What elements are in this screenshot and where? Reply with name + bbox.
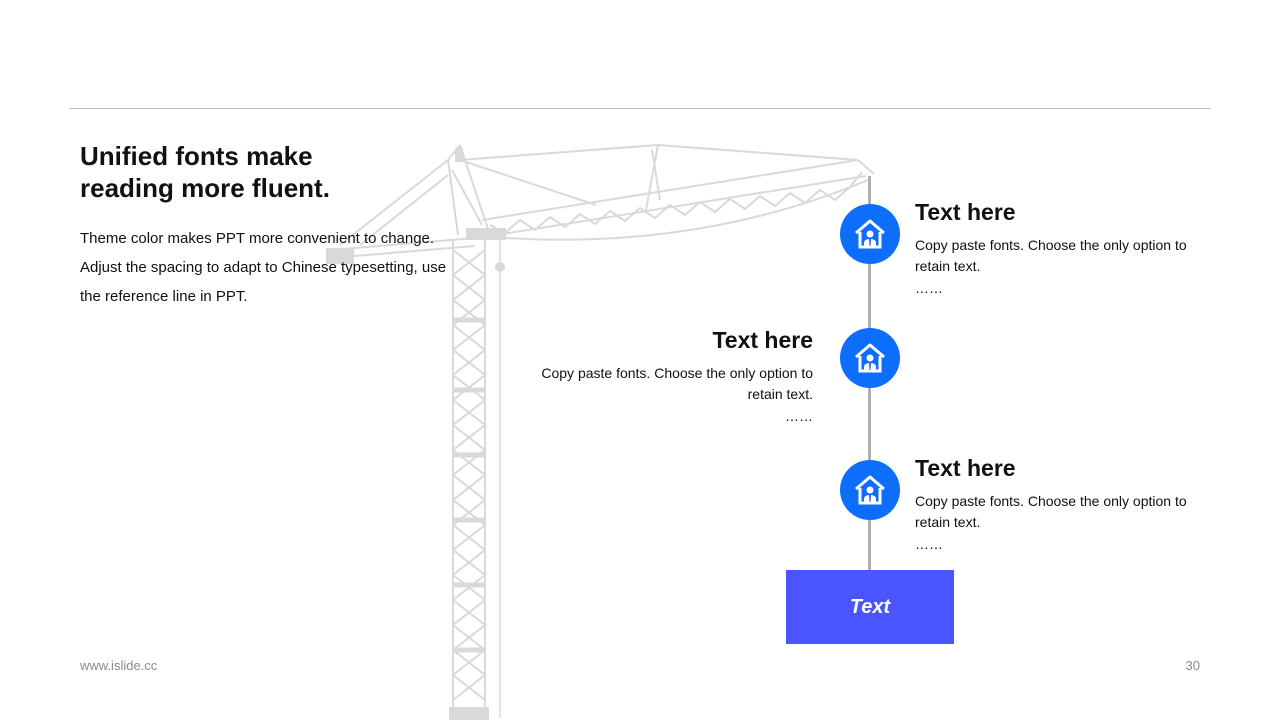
text-box-button: Text — [786, 570, 954, 644]
item-ellipsis: …… — [915, 536, 943, 552]
timeline-item-3: Text here Copy paste fonts. Choose the o… — [915, 454, 1205, 555]
timeline-node-3 — [840, 460, 900, 520]
body-line-1: Theme color makes PPT more convenient to… — [80, 230, 435, 247]
item-ellipsis: …… — [785, 408, 813, 424]
item-description: Copy paste fonts. Choose the only option… — [915, 237, 1187, 274]
house-person-icon — [855, 343, 885, 373]
house-person-icon — [855, 475, 885, 505]
item-title: Text here — [712, 327, 813, 353]
item-title: Text here — [915, 199, 1016, 225]
headline-line-2: reading more fluent. — [80, 173, 330, 203]
item-description: Copy paste fonts. Choose the only option… — [915, 493, 1187, 530]
body-line-3: the reference line in PPT. — [80, 288, 248, 305]
body-line-2: Adjust the spacing to adapt to Chinese t… — [80, 259, 447, 276]
slide: Unified fonts make reading more fluent. … — [0, 0, 1280, 720]
headline: Unified fonts make reading more fluent. — [80, 140, 380, 204]
headline-line-1: Unified fonts make — [80, 141, 313, 171]
timeline-item-2: Text here Copy paste fonts. Choose the o… — [523, 326, 813, 427]
item-title: Text here — [915, 455, 1016, 481]
timeline-node-1 — [840, 204, 900, 264]
timeline-item-1: Text here Copy paste fonts. Choose the o… — [915, 198, 1205, 299]
body-paragraph: Theme color makes PPT more convenient to… — [80, 224, 500, 311]
timeline-node-2 — [840, 328, 900, 388]
text-box-label: Text — [849, 595, 891, 618]
house-person-icon — [855, 219, 885, 249]
item-description: Copy paste fonts. Choose the only option… — [541, 365, 813, 402]
item-ellipsis: …… — [915, 280, 943, 296]
footer-website: www.islide.cc — [80, 658, 158, 673]
page-number: 30 — [1185, 658, 1200, 673]
